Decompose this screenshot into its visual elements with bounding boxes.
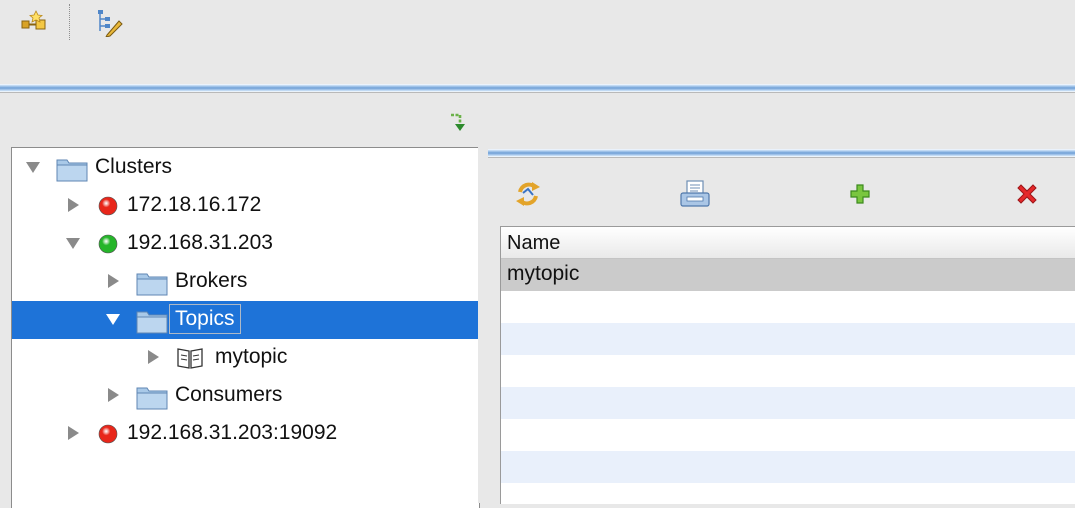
collapsed-triangle-icon[interactable] [65,197,81,213]
empty-table-row [501,291,1075,323]
table-cell-name: mytopic [507,262,580,285]
cluster-tree[interactable]: Clusters 172.18.16.172 192.168.31.203 Broke… [11,147,480,508]
toolbar-separator [69,4,70,40]
folder-icon [136,308,168,340]
edit-tree-button[interactable] [91,4,125,40]
status-dot-icon [97,423,119,451]
collapsed-triangle-icon[interactable] [105,387,121,403]
refresh-icon [516,182,540,206]
tree-node-c2[interactable]: 192.168.31.203 [12,225,479,263]
empty-table-row [501,483,1075,504]
refresh-button[interactable] [511,176,545,212]
expand-arrow-button[interactable] [448,110,472,136]
empty-table-row [501,419,1075,451]
expanded-triangle-icon[interactable] [105,311,121,327]
view-details-button[interactable] [678,176,712,212]
tree-node-label: Brokers [175,269,248,292]
tree-node-c1[interactable]: 172.18.16.172 [12,187,479,225]
folder-icon [136,270,168,302]
tree-edit-icon [98,10,123,37]
collapsed-triangle-icon[interactable] [145,349,161,365]
close-icon [1017,184,1037,204]
document-tray-icon [680,180,710,207]
tree-node-brokers[interactable]: Brokers [12,263,479,301]
right-splitter-bar[interactable] [488,149,1075,157]
plus-icon [850,184,870,204]
tree-node-label: 172.18.16.172 [127,193,262,216]
topics-table[interactable]: Name mytopic [500,226,1075,504]
panel-gap [478,147,486,503]
status-dot-icon [97,233,119,261]
add-connection-icon [21,10,46,30]
tree-node-label: 192.168.31.203 [127,231,273,254]
empty-table-row [501,355,1075,387]
divider [0,92,1075,93]
tree-node-clusters[interactable]: Clusters [12,149,479,187]
status-dot-icon [97,195,119,223]
collapsed-triangle-icon[interactable] [65,425,81,441]
tree-node-c3[interactable]: 192.168.31.203:19092 [12,415,479,453]
column-header-name[interactable]: Name [501,227,1075,259]
tree-node-label: Topics [169,304,241,334]
tree-node-label: mytopic [215,345,288,368]
down-arrow-icon [451,113,465,131]
folder-icon [136,384,168,416]
empty-table-row [501,323,1075,355]
empty-table-row [501,387,1075,419]
tree-node-label: 192.168.31.203:19092 [127,421,338,444]
tree-node-consumers[interactable]: Consumers [12,377,479,415]
tree-node-label: Consumers [175,383,283,406]
column-header-label: Name [507,232,561,254]
book-icon [176,346,204,376]
divider [488,157,1075,158]
folder-icon [56,156,88,188]
add-topic-button[interactable] [843,176,877,212]
expanded-triangle-icon[interactable] [65,235,81,251]
splitter-bar[interactable] [0,84,1075,92]
delete-topic-button[interactable] [1010,176,1044,212]
empty-table-row [501,451,1075,483]
tree-node-mytopic[interactable]: mytopic [12,339,479,377]
tree-node-label: Clusters [95,155,173,178]
tree-node-topics[interactable]: Topics [12,301,479,339]
collapsed-triangle-icon[interactable] [105,273,121,289]
add-cluster-button[interactable] [17,4,51,40]
table-row[interactable]: mytopic [501,259,1075,291]
main-toolbar [0,0,1075,84]
expanded-triangle-icon[interactable] [25,159,41,175]
